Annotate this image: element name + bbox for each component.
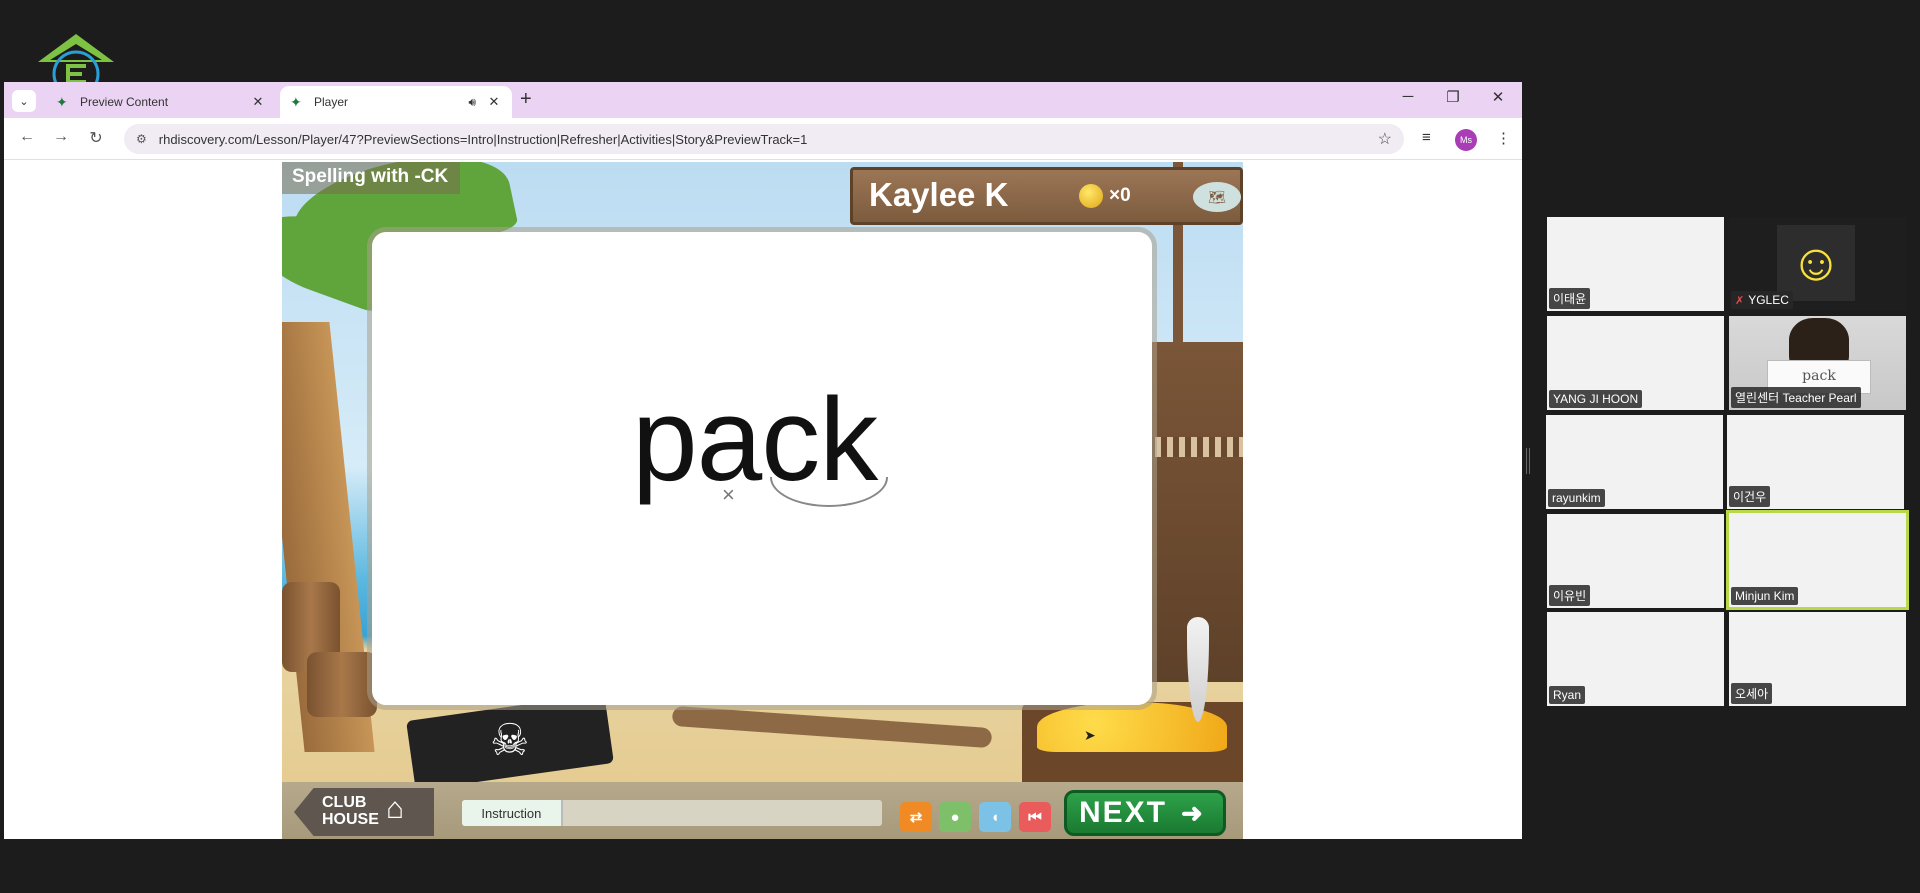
participant-name: Ryan (1549, 686, 1586, 704)
participant-tile[interactable]: 오세아 (1729, 612, 1906, 706)
oar (671, 705, 993, 749)
site-info-icon[interactable]: ⚙ (136, 132, 147, 146)
lesson-title: Spelling with -CK (282, 162, 461, 194)
participant-tile[interactable]: Ryan (1547, 612, 1724, 706)
barrel (307, 652, 377, 717)
speaker-icon[interactable]: 🔊︎ (468, 95, 476, 110)
profile-avatar[interactable]: Ms (1455, 129, 1477, 151)
participant-name: 이유빈 (1549, 585, 1591, 606)
progress-label: Instruction (462, 800, 563, 826)
close-icon[interactable]: ✕ (486, 94, 502, 110)
mic-muted-icon: ✗ (1735, 294, 1745, 307)
cartoon-avatar: ☺ (1777, 225, 1855, 301)
clubhouse-button[interactable]: CLUB HOUSE (294, 788, 434, 836)
participant-name: rayunkim (1548, 489, 1605, 507)
back-icon[interactable]: ← (16, 128, 38, 146)
ship-rail (1143, 437, 1243, 457)
reload-icon[interactable]: ↻ (85, 128, 107, 148)
media-control-icon[interactable]: ≡ (1422, 129, 1431, 146)
close-icon[interactable]: ✕ (250, 94, 266, 110)
participant-name: 열린센터 Teacher Pearl (1731, 387, 1861, 408)
url-field[interactable]: ⚙ rhdiscovery.com/Lesson/Player/47?Previ… (124, 124, 1404, 154)
participant-name: YGLEC (1748, 293, 1789, 307)
audio-button[interactable]: ◖ (979, 802, 1011, 832)
participant-tile-active-speaker[interactable]: Minjun Kim (1726, 510, 1909, 610)
panel-resize-handle[interactable] (1526, 448, 1530, 474)
tab-search-button[interactable]: ⌄ (12, 90, 36, 112)
lesson-player: ☠ Spelling with -CK Kaylee K ×0 🗺︎ pack … (282, 162, 1243, 839)
forward-icon[interactable]: → (50, 128, 72, 146)
restore-button[interactable]: ❐ (1438, 88, 1468, 106)
participant-tile[interactable]: rayunkim (1546, 415, 1723, 509)
participant-tile[interactable]: ☺ ✗ YGLEC (1729, 217, 1906, 311)
clubhouse-label: HOUSE (322, 811, 379, 828)
progress-bar: Instruction (462, 800, 882, 826)
x-mark: × (722, 482, 735, 507)
address-bar: ← → ↻ ⚙ rhdiscovery.com/Lesson/Player/47… (4, 118, 1522, 160)
student-sign: Kaylee K ×0 🗺︎ (850, 167, 1243, 225)
student-name: Kaylee K (869, 176, 1009, 213)
mouse-cursor: ➤ (1084, 727, 1096, 743)
tab-preview-content[interactable]: ✦ Preview Content ✕ (46, 86, 276, 118)
rewind-button[interactable]: ⏮ (1019, 802, 1051, 832)
house-icon: ⌂ (386, 792, 405, 825)
player-controls: CLUB HOUSE ⌂ Instruction ⇄ ● ◖ ⏮ NEXT ➜ (282, 782, 1243, 839)
coin-count: ×0 (1109, 185, 1131, 206)
next-button[interactable]: NEXT ➜ (1064, 790, 1226, 836)
participant-tile[interactable]: 이건우 (1727, 415, 1904, 509)
tools-button[interactable]: ⇄ (900, 802, 932, 832)
butterfly-icon: ✦ (56, 94, 68, 110)
more-menu-icon[interactable]: ⋮ (1496, 129, 1511, 147)
participant-name: 이태윤 (1549, 288, 1591, 309)
tab-title: Preview Content (80, 95, 169, 109)
participant-tile[interactable]: pack 열린센터 Teacher Pearl (1729, 316, 1906, 410)
participant-tile[interactable]: 이유빈 (1547, 514, 1724, 608)
tab-player[interactable]: ✦ Player 🔊︎ ✕ (280, 86, 512, 118)
participant-name: 이건우 (1729, 486, 1771, 507)
clubhouse-label: CLUB (322, 794, 367, 811)
participant-name: 오세아 (1731, 683, 1773, 704)
butterfly-icon: ✦ (290, 94, 302, 110)
next-label: NEXT (1079, 796, 1168, 829)
minimize-button[interactable]: ─ (1393, 88, 1423, 105)
new-tab-button[interactable]: + (520, 88, 532, 111)
participant-tile[interactable]: YANG JI HOON (1547, 316, 1724, 410)
participant-name: Minjun Kim (1731, 587, 1799, 605)
arrow-right-icon: ➜ (1181, 797, 1205, 828)
participant-name-label: ✗ YGLEC (1731, 291, 1793, 309)
bookmark-star-icon[interactable]: ☆ (1378, 129, 1392, 149)
participant-name: YANG JI HOON (1549, 390, 1643, 408)
participant-tile[interactable]: 이태윤 (1547, 217, 1724, 311)
url-text: rhdiscovery.com/Lesson/Player/47?Preview… (158, 131, 808, 147)
word-card: pack × (372, 232, 1152, 705)
record-button[interactable]: ● (939, 802, 971, 832)
coin-icon (1079, 184, 1103, 208)
tab-strip: ⌄ ✦ Preview Content ✕ ✦ Player 🔊︎ ✕ + ─ … (4, 82, 1522, 118)
skull-icon: ☠ (490, 716, 530, 765)
map-icon[interactable]: 🗺︎ (1193, 182, 1241, 212)
close-window-button[interactable]: ✕ (1483, 88, 1513, 106)
tab-title: Player (314, 95, 349, 109)
